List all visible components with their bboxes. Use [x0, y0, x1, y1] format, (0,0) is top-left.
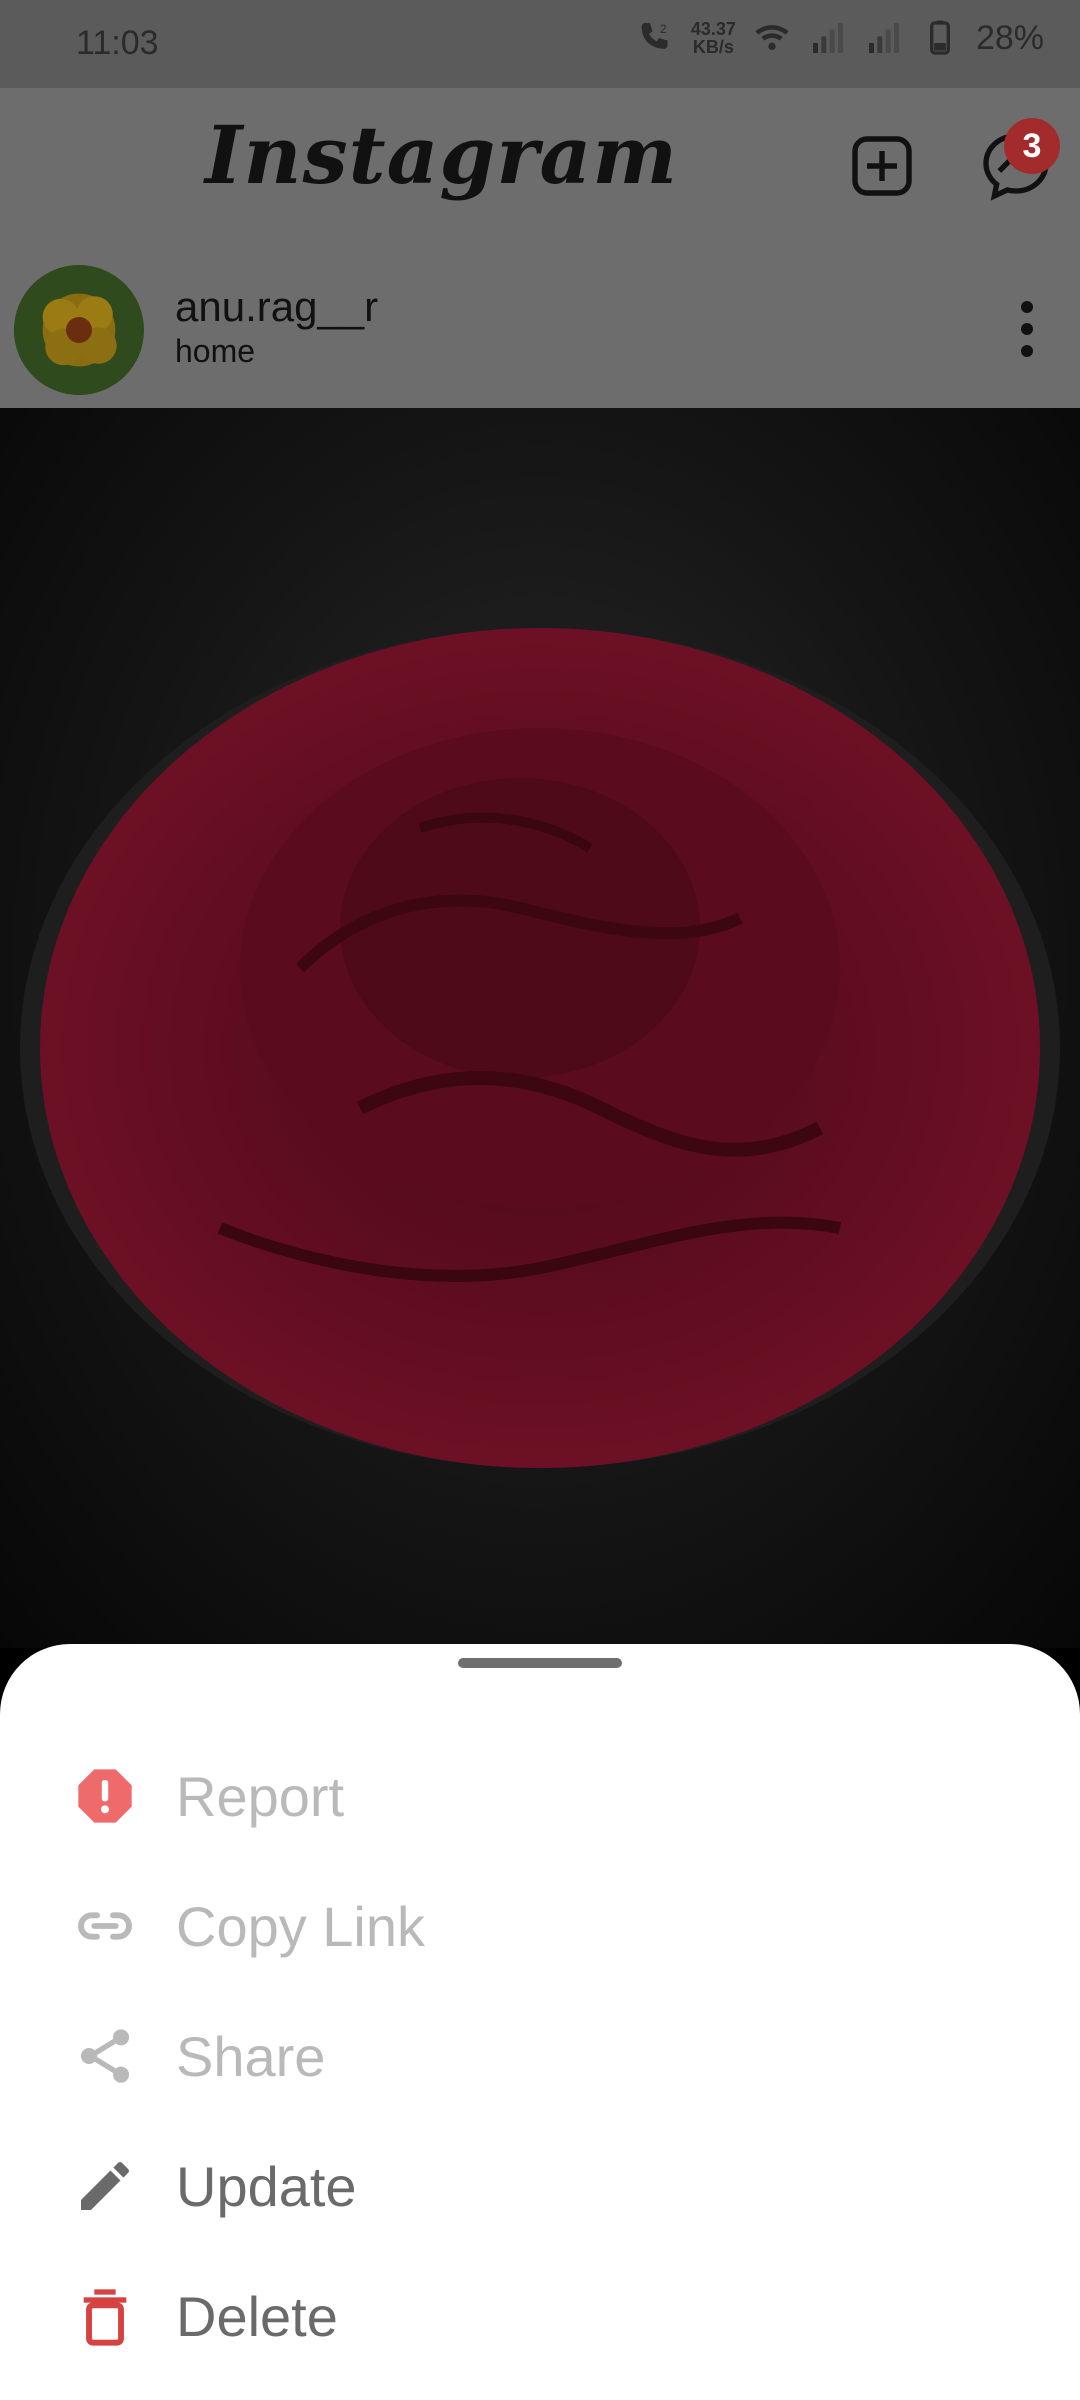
post-location[interactable]: home	[175, 333, 255, 370]
net-speed-unit: KB/s	[692, 37, 734, 57]
flower-avatar-image	[14, 265, 144, 395]
copy-link-menu-item[interactable]: Copy Link	[70, 1876, 1010, 1976]
update-label: Update	[176, 2154, 357, 2218]
report-menu-item[interactable]: Report	[70, 1746, 1010, 1846]
share-label: Share	[176, 2024, 326, 2088]
post-header: anu.rag__r home	[0, 243, 1080, 408]
more-dot	[1021, 301, 1033, 313]
trash-icon	[70, 2281, 140, 2351]
post-username[interactable]: anu.rag__r	[175, 283, 378, 331]
wifi-icon	[755, 25, 789, 50]
share-menu-item[interactable]: Share	[70, 2006, 1010, 2106]
signal-icon	[868, 23, 899, 53]
more-dot	[1021, 323, 1033, 335]
status-icons: 2 43.37 KB/s 28%	[635, 18, 1044, 58]
battery-icon	[929, 20, 950, 55]
svg-text:2: 2	[660, 23, 666, 36]
edit-icon	[70, 2151, 140, 2221]
more-dot	[1021, 345, 1033, 357]
delete-label: Delete	[176, 2284, 338, 2348]
copy-link-label: Copy Link	[176, 1894, 426, 1958]
report-label: Report	[176, 1764, 345, 1828]
delete-menu-item[interactable]: Delete	[70, 2266, 1010, 2366]
status-time: 11:03	[76, 24, 159, 62]
report-icon	[70, 1761, 140, 1831]
share-icon	[70, 2021, 140, 2091]
avatar[interactable]	[14, 265, 144, 395]
net-speed-value: 43.37	[690, 19, 736, 39]
update-menu-item[interactable]: Update	[70, 2136, 1010, 2236]
signal-icon	[812, 23, 843, 53]
battery-percent: 28%	[975, 18, 1044, 57]
app-header: Instagram 3	[0, 88, 1080, 243]
more-options-button[interactable]	[1015, 301, 1039, 361]
link-icon	[70, 1891, 140, 1961]
instagram-logo: Instagram	[205, 108, 678, 202]
wifi-call-icon: 2	[641, 23, 668, 49]
sheet-drag-handle[interactable]	[458, 1658, 622, 1668]
post-options-sheet: Report Copy Link Share Update Delete	[0, 1644, 1080, 2400]
rose-photo	[20, 628, 1060, 1468]
new-post-button[interactable]	[846, 130, 918, 202]
network-speed: 43.37 KB/s	[691, 20, 736, 56]
new-post-icon	[852, 136, 912, 196]
post-image[interactable]	[0, 408, 1080, 1648]
message-badge: 3	[1004, 118, 1060, 174]
status-bar: 11:03 2 43.37 KB/s 28%	[0, 0, 1080, 88]
